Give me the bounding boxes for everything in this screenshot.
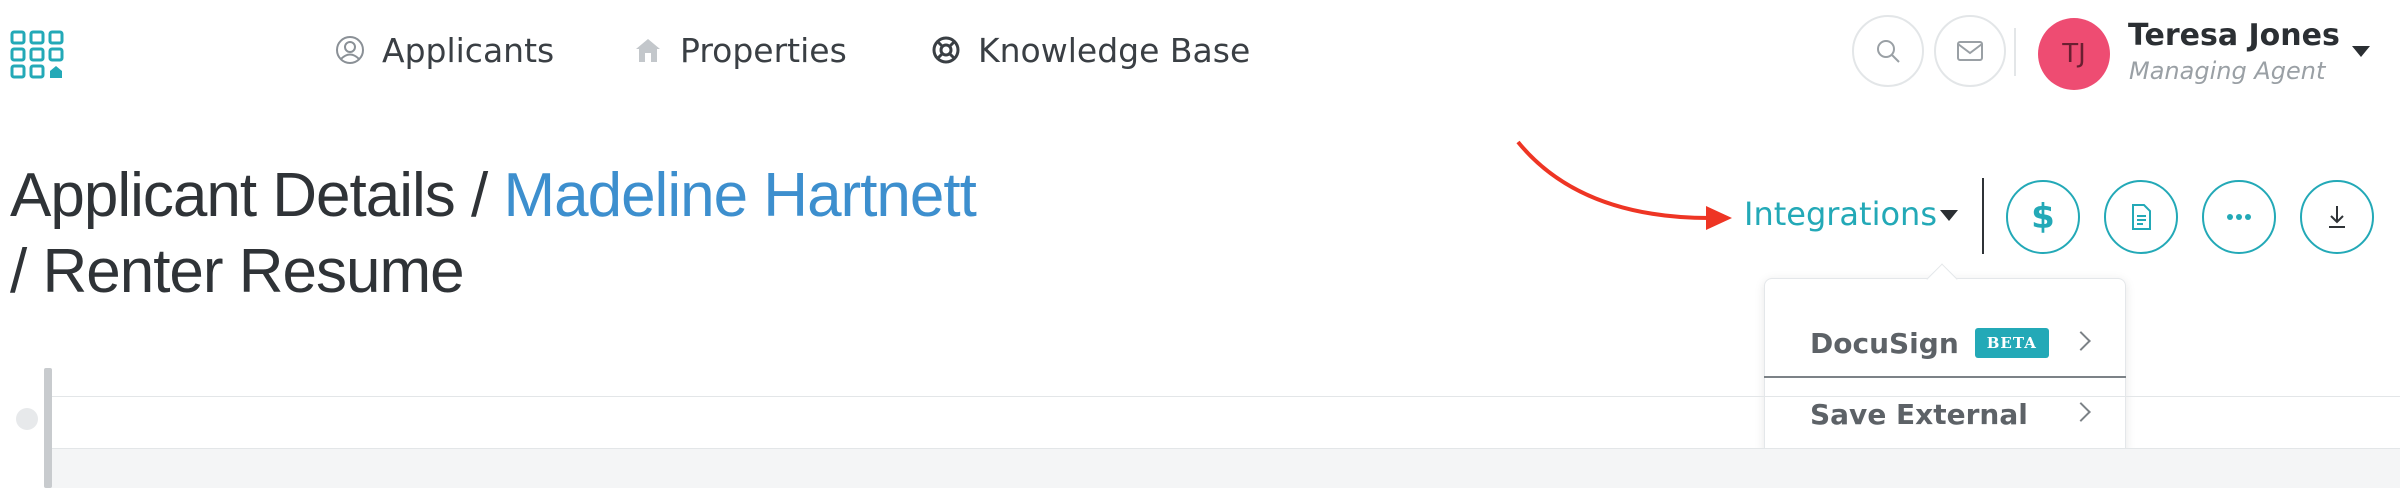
menu-item-save-external-label: Save External bbox=[1810, 397, 2028, 431]
menu-item-docusign-label: DocuSign bbox=[1810, 326, 1959, 360]
breadcrumb-renter-resume: / Renter Resume bbox=[10, 237, 465, 306]
user-role: Managing Agent bbox=[2129, 57, 2326, 85]
beta-badge: BETA bbox=[1974, 328, 2049, 358]
integrations-dropdown[interactable]: Integrations bbox=[1744, 195, 1937, 233]
nav-knowledge-base-label: Knowledge Base bbox=[978, 30, 1251, 70]
nav-knowledge-base[interactable]: Knowledge Base bbox=[930, 30, 1250, 70]
user-name[interactable]: Teresa Jones bbox=[2128, 18, 2340, 53]
toolbar-divider bbox=[1982, 178, 1984, 254]
nav-properties-label: Properties bbox=[680, 30, 847, 70]
svg-text:$: $ bbox=[2031, 197, 2055, 237]
download-icon bbox=[2329, 206, 2345, 228]
lifebuoy-icon bbox=[932, 36, 960, 64]
search-button[interactable] bbox=[1852, 15, 1924, 87]
side-handle[interactable] bbox=[16, 408, 38, 430]
nav-applicants[interactable]: Applicants bbox=[334, 30, 554, 70]
integrations-caret-icon[interactable] bbox=[1940, 210, 1958, 221]
user-circle-icon bbox=[336, 36, 364, 64]
document-button[interactable] bbox=[2104, 180, 2178, 254]
breadcrumb-applicant-link[interactable]: Madeline Hartnett bbox=[503, 161, 976, 230]
avatar[interactable]: TJ bbox=[2038, 18, 2110, 90]
content-panel bbox=[46, 448, 2400, 488]
vertical-scrollbar[interactable] bbox=[44, 368, 52, 488]
menu-divider bbox=[1764, 376, 2126, 378]
nav-properties[interactable]: Properties bbox=[632, 30, 847, 70]
menu-item-docusign[interactable]: DocuSign BETA bbox=[1764, 312, 2126, 374]
breadcrumb-applicant-details: Applicant Details / bbox=[10, 161, 504, 230]
house-icon bbox=[636, 39, 660, 62]
content-divider bbox=[46, 396, 2400, 397]
chevron-right-icon bbox=[2071, 402, 2091, 422]
mail-button[interactable] bbox=[1934, 15, 2006, 87]
nav-applicants-label: Applicants bbox=[382, 30, 555, 70]
header-divider bbox=[2014, 28, 2016, 76]
annotation-arrow-icon bbox=[1516, 140, 1732, 230]
page-title: Applicant Details / Madeline Hartnett / … bbox=[10, 158, 977, 310]
user-menu-caret-icon[interactable] bbox=[2352, 46, 2370, 57]
payment-button[interactable]: $ bbox=[2006, 180, 2080, 254]
mail-icon bbox=[1957, 41, 1983, 61]
more-icon bbox=[2227, 214, 2251, 220]
download-button[interactable] bbox=[2300, 180, 2374, 254]
chevron-right-icon bbox=[2071, 331, 2091, 351]
search-icon bbox=[1877, 40, 1900, 63]
more-button[interactable] bbox=[2202, 180, 2276, 254]
grid-logo-icon[interactable] bbox=[10, 30, 66, 80]
dollar-icon: $ bbox=[2031, 197, 2055, 237]
document-icon bbox=[2132, 204, 2151, 230]
menu-item-save-external[interactable]: Save External bbox=[1764, 383, 2126, 445]
